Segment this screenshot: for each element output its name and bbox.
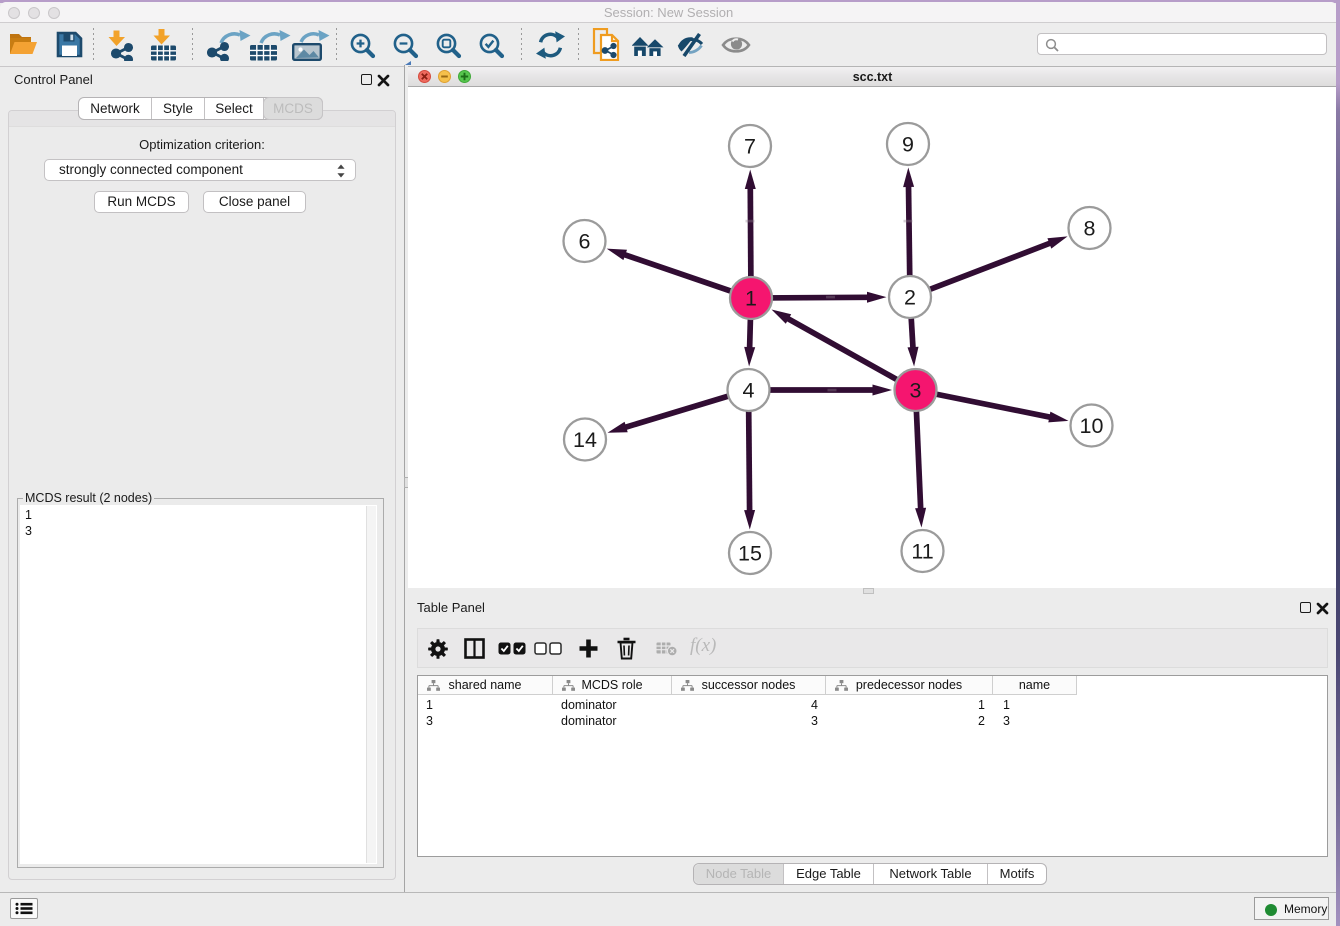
svg-text:15: 15: [738, 542, 762, 566]
svg-text:6: 6: [579, 230, 591, 254]
svg-text:11: 11: [911, 540, 933, 564]
svg-text:14: 14: [573, 428, 597, 452]
svg-text:9: 9: [902, 133, 914, 157]
svg-text:8: 8: [1084, 217, 1096, 241]
svg-text:3: 3: [910, 379, 922, 403]
svg-text:2: 2: [904, 286, 916, 310]
svg-text:10: 10: [1080, 414, 1104, 438]
svg-text:7: 7: [744, 135, 756, 159]
svg-text:4: 4: [743, 379, 755, 403]
svg-text:1: 1: [745, 287, 757, 311]
